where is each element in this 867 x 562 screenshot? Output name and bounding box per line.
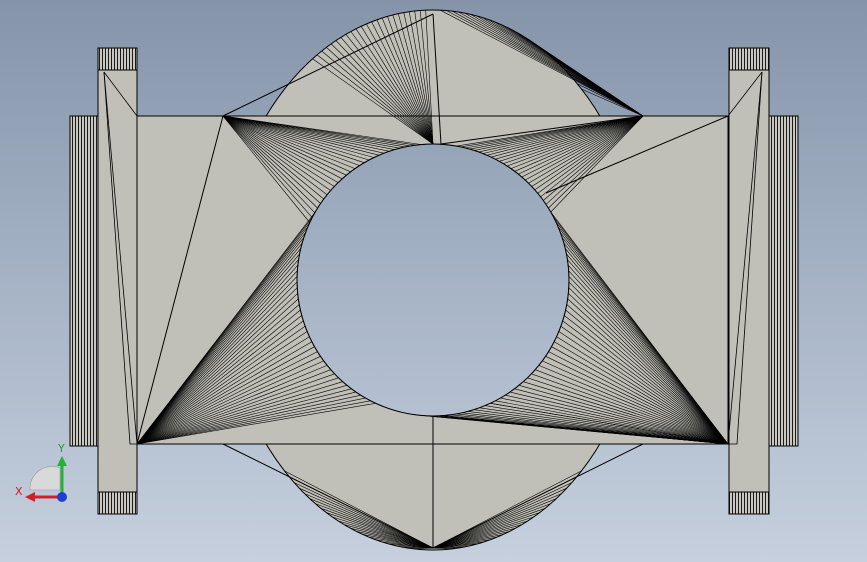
left-flange-top-ribs	[97, 47, 138, 71]
left-outer-flange	[69, 115, 100, 447]
triad-graphic	[25, 456, 67, 502]
part-model	[69, 9, 799, 551]
axis-triad: X Y	[12, 440, 76, 510]
x-axis-label: X	[15, 485, 23, 498]
cad-viewport[interactable]: X Y	[0, 0, 867, 562]
right-outer-flange	[766, 115, 799, 447]
y-axis-label: Y	[58, 442, 65, 455]
right-flange-top-ribs	[728, 47, 770, 71]
left-flange-bottom-ribs	[97, 491, 138, 515]
right-flange-bottom-ribs	[728, 491, 770, 515]
